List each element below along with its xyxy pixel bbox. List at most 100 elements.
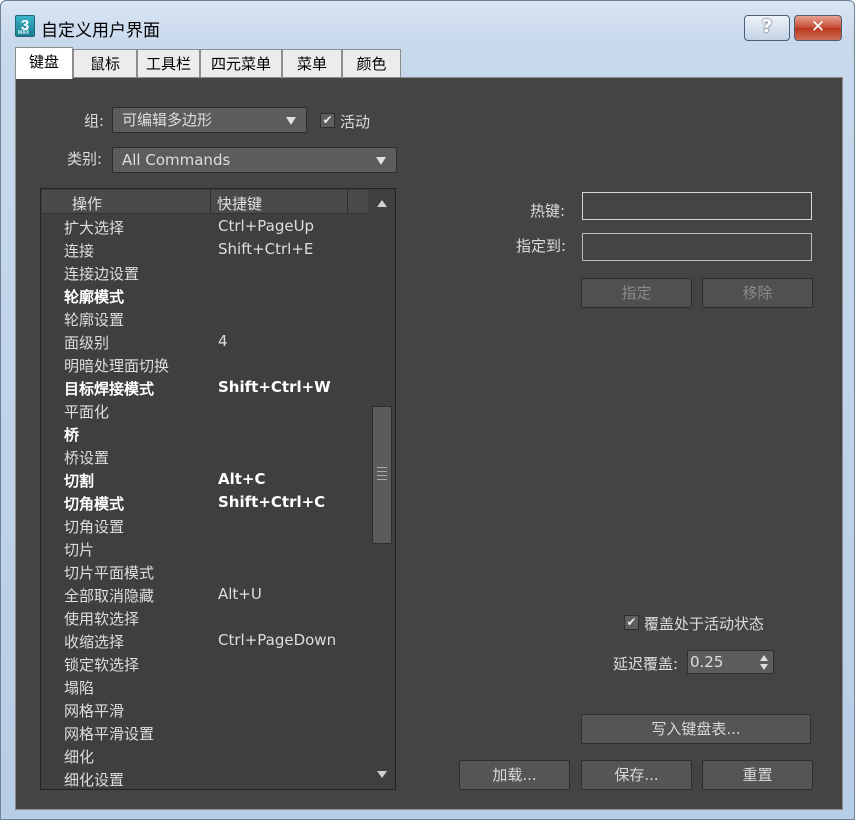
action-cell: 扩大选择 xyxy=(64,219,125,237)
hotkey-cell: Shift+Ctrl+C xyxy=(218,493,326,511)
checkmark-icon: ✔ xyxy=(322,113,333,127)
table-row[interactable]: 连接 Shift+Ctrl+E xyxy=(42,238,368,261)
table-row[interactable]: 切片平面模式 xyxy=(42,560,368,583)
table-row[interactable]: 锁定软选择 xyxy=(42,652,368,675)
override-active-checkbox[interactable]: ✔ xyxy=(624,615,639,630)
help-button[interactable]: ? xyxy=(744,15,790,41)
table-row[interactable]: 细化设置 xyxy=(42,767,368,790)
table-row[interactable]: 切片 xyxy=(42,537,368,560)
action-cell: 桥设置 xyxy=(64,449,110,467)
table-row[interactable]: 切角模式 Shift+Ctrl+C xyxy=(42,491,368,514)
table-row[interactable]: 塌陷 xyxy=(42,675,368,698)
action-cell: 连接 xyxy=(64,242,95,260)
group-label: 组: xyxy=(84,112,105,130)
window-title: 自定义用户界面 xyxy=(41,21,160,41)
action-list[interactable]: 操作 快捷键 扩大选择 Ctrl+PageUp 连接 Shift+Ctrl+E 连接边设… xyxy=(40,188,396,790)
hotkey-cell: Shift+Ctrl+W xyxy=(218,378,331,396)
action-cell: 细化设置 xyxy=(64,771,125,789)
table-row[interactable]: 全部取消隐藏 Alt+U xyxy=(42,583,368,606)
table-row[interactable]: 收缩选择 Ctrl+PageDown xyxy=(42,629,368,652)
action-cell: 细化 xyxy=(64,748,95,766)
write-keyboard-chart-button[interactable]: 写入键盘表... xyxy=(581,714,811,744)
hotkey-cell: Alt+U xyxy=(218,585,262,603)
dialog-window: 3 MAX 自定义用户界面 ? ✕ 键盘 鼠标 工具栏 四元菜单 菜单 颜色 组:… xyxy=(0,0,855,820)
scroll-thumb[interactable] xyxy=(372,406,392,544)
app-3dsmax-icon: 3 MAX xyxy=(15,15,35,37)
action-cell: 连接边设置 xyxy=(64,265,140,283)
group-dropdown[interactable]: 可编辑多边形 xyxy=(112,107,307,133)
table-row[interactable]: 连接边设置 xyxy=(42,261,368,284)
keyboard-panel: 组: 可编辑多边形 ✔ 活动 类别: All Commands 操作 快捷键 扩… xyxy=(15,77,843,810)
column-header-action[interactable]: 操作 xyxy=(72,193,102,214)
spinner-up-icon[interactable] xyxy=(760,655,768,661)
table-row[interactable]: 面级别 4 xyxy=(42,330,368,353)
action-cell: 平面化 xyxy=(64,403,110,421)
action-cell: 切割 xyxy=(64,472,95,490)
action-cell: 轮廓模式 xyxy=(64,288,125,306)
title-bar[interactable]: 3 MAX 自定义用户界面 ? ✕ xyxy=(1,1,854,43)
action-cell: 网格平滑设置 xyxy=(64,725,155,743)
table-row[interactable]: 使用软选择 xyxy=(42,606,368,629)
hotkey-cell: Ctrl+PageUp xyxy=(218,217,315,235)
table-row[interactable]: 平面化 xyxy=(42,399,368,422)
tab-keyboard[interactable]: 键盘 xyxy=(15,47,73,79)
remove-button[interactable]: 移除 xyxy=(702,278,813,308)
category-dropdown[interactable]: All Commands xyxy=(112,147,397,173)
action-cell: 目标焊接模式 xyxy=(64,380,155,398)
table-row[interactable]: 切割 Alt+C xyxy=(42,468,368,491)
table-row[interactable]: 扩大选择 Ctrl+PageUp xyxy=(42,215,368,238)
active-checkbox[interactable]: ✔ xyxy=(320,113,335,128)
scroll-up-arrow-icon[interactable] xyxy=(377,200,387,207)
checkmark-icon: ✔ xyxy=(626,615,637,629)
spinner-down-icon[interactable] xyxy=(760,664,768,670)
table-row[interactable]: 明暗处理面切换 xyxy=(42,353,368,376)
hotkey-cell: Shift+Ctrl+E xyxy=(218,240,314,258)
action-cell: 切片平面模式 xyxy=(64,564,155,582)
assigned-to-field xyxy=(582,233,812,261)
group-dropdown-value: 可编辑多边形 xyxy=(122,111,213,129)
active-label: 活动 xyxy=(340,113,371,131)
action-cell: 切片 xyxy=(64,541,95,559)
action-cell: 收缩选择 xyxy=(64,633,125,651)
category-label: 类别: xyxy=(67,150,103,168)
delay-override-spinner[interactable]: 0.25 xyxy=(687,650,774,674)
action-cell: 明暗处理面切换 xyxy=(64,357,170,375)
list-rows: 扩大选择 Ctrl+PageUp 连接 Shift+Ctrl+E 连接边设置轮廓模式 轮廓… xyxy=(42,215,368,790)
action-cell: 切角设置 xyxy=(64,518,125,536)
tab-colors[interactable]: 颜色 xyxy=(342,49,401,79)
hotkey-label: 热键: xyxy=(530,202,566,220)
hotkey-cell: 4 xyxy=(218,332,228,350)
assigned-to-label: 指定到: xyxy=(516,237,567,255)
assign-button[interactable]: 指定 xyxy=(581,278,692,308)
action-cell: 面级别 xyxy=(64,334,110,352)
tab-mouse[interactable]: 鼠标 xyxy=(73,49,137,79)
action-cell: 全部取消隐藏 xyxy=(64,587,155,605)
table-row[interactable]: 切角设置 xyxy=(42,514,368,537)
hotkey-input[interactable] xyxy=(582,192,812,220)
tab-bar: 键盘 鼠标 工具栏 四元菜单 菜单 颜色 xyxy=(15,47,855,79)
action-cell: 使用软选择 xyxy=(64,610,140,628)
tab-quad-menus[interactable]: 四元菜单 xyxy=(200,49,282,79)
action-cell: 桥 xyxy=(64,426,80,444)
close-button[interactable]: ✕ xyxy=(794,15,842,41)
vertical-scrollbar[interactable] xyxy=(370,190,394,788)
table-row[interactable]: 桥设置 xyxy=(42,445,368,468)
reset-button[interactable]: 重置 xyxy=(702,760,813,790)
table-row[interactable]: 网格平滑 xyxy=(42,698,368,721)
table-row[interactable]: 目标焊接模式 Shift+Ctrl+W xyxy=(42,376,368,399)
scroll-down-arrow-icon[interactable] xyxy=(377,771,387,778)
action-cell: 切角模式 xyxy=(64,495,125,513)
load-button[interactable]: 加载... xyxy=(459,760,570,790)
tab-toolbars[interactable]: 工具栏 xyxy=(137,49,200,79)
override-active-label: 覆盖处于活动状态 xyxy=(644,615,765,633)
table-row[interactable]: 网格平滑设置 xyxy=(42,721,368,744)
column-header-hotkey[interactable]: 快捷键 xyxy=(217,193,262,214)
save-button[interactable]: 保存... xyxy=(581,760,692,790)
dropdown-arrow-icon xyxy=(286,117,296,125)
table-row[interactable]: 细化 xyxy=(42,744,368,767)
tab-menus[interactable]: 菜单 xyxy=(282,49,342,79)
action-cell: 塌陷 xyxy=(64,679,95,697)
table-row[interactable]: 轮廓模式 xyxy=(42,284,368,307)
table-row[interactable]: 轮廓设置 xyxy=(42,307,368,330)
table-row[interactable]: 桥 xyxy=(42,422,368,445)
